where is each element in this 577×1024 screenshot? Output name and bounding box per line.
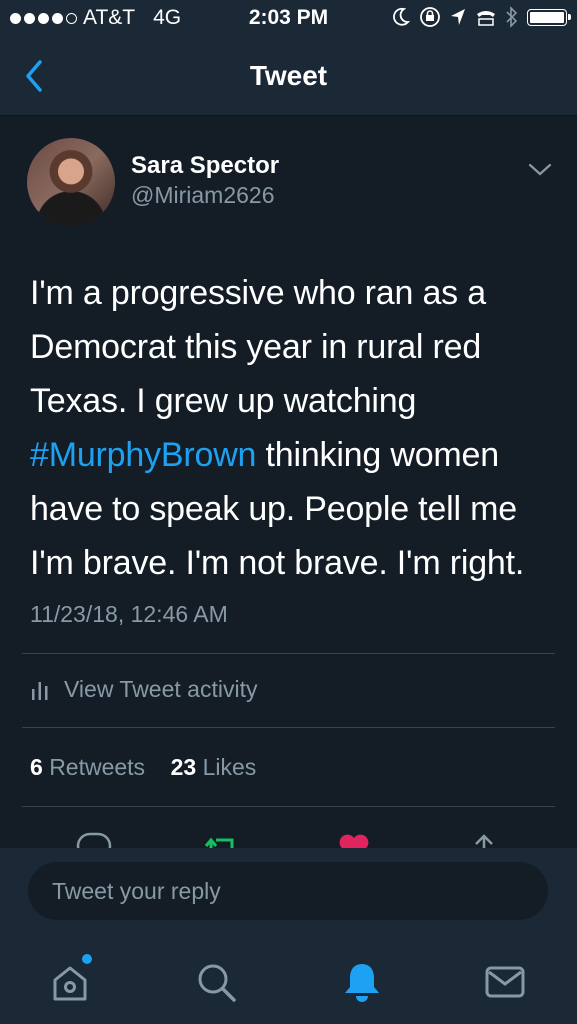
view-tweet-activity[interactable]: View Tweet activity <box>30 676 257 703</box>
avatar[interactable] <box>27 138 115 226</box>
notifications-icon[interactable] <box>340 960 384 1004</box>
reply-bar: Tweet your reply <box>0 848 577 1024</box>
battery-icon <box>527 8 571 26</box>
status-bar: AT&T 4G 2:03 PM <box>0 0 577 38</box>
retweet-label: Retweets <box>49 754 146 780</box>
reply-input[interactable]: Tweet your reply <box>28 862 548 920</box>
divider <box>22 806 555 807</box>
moon-icon <box>393 7 410 26</box>
bluetooth-icon <box>506 6 518 28</box>
chevron-down-icon[interactable] <box>527 160 553 178</box>
hashtag-link[interactable]: #MurphyBrown <box>30 436 256 474</box>
rotation-lock-icon <box>420 7 440 27</box>
location-icon <box>451 9 465 25</box>
tab-bar <box>0 948 577 1024</box>
messages-icon[interactable] <box>483 960 527 1004</box>
author-handle[interactable]: @Miriam2626 <box>131 182 275 209</box>
reply-placeholder: Tweet your reply <box>52 877 221 904</box>
status-right <box>392 6 571 28</box>
likes-stat[interactable]: 23 Likes <box>171 754 257 780</box>
like-label: Likes <box>202 754 257 780</box>
retweet-count: 6 <box>30 754 43 780</box>
navigation-bar: Tweet <box>0 38 577 116</box>
like-count: 23 <box>170 754 197 780</box>
tweet-text: I'm a progressive who ran as a Democrat … <box>30 266 560 590</box>
divider <box>22 727 555 728</box>
home-notification-dot <box>82 954 92 964</box>
tweet-text-part1: I'm a progressive who ran as a Democrat … <box>30 274 486 420</box>
activity-label: View Tweet activity <box>64 676 258 702</box>
activity-bars-icon <box>32 681 48 700</box>
author-name[interactable]: Sara Spector <box>131 152 279 180</box>
tweet-actions <box>0 826 577 850</box>
page-title: Tweet <box>249 60 328 91</box>
search-icon[interactable] <box>194 960 238 1004</box>
home-icon[interactable] <box>48 960 92 1004</box>
retweets-stat[interactable]: 6 Retweets <box>30 754 145 780</box>
tty-icon <box>477 11 495 26</box>
divider <box>22 653 555 654</box>
tweet-stats: 6 Retweets 23 Likes <box>30 754 256 781</box>
tweet-timestamp: 11/23/18, 12:46 AM <box>30 601 228 627</box>
